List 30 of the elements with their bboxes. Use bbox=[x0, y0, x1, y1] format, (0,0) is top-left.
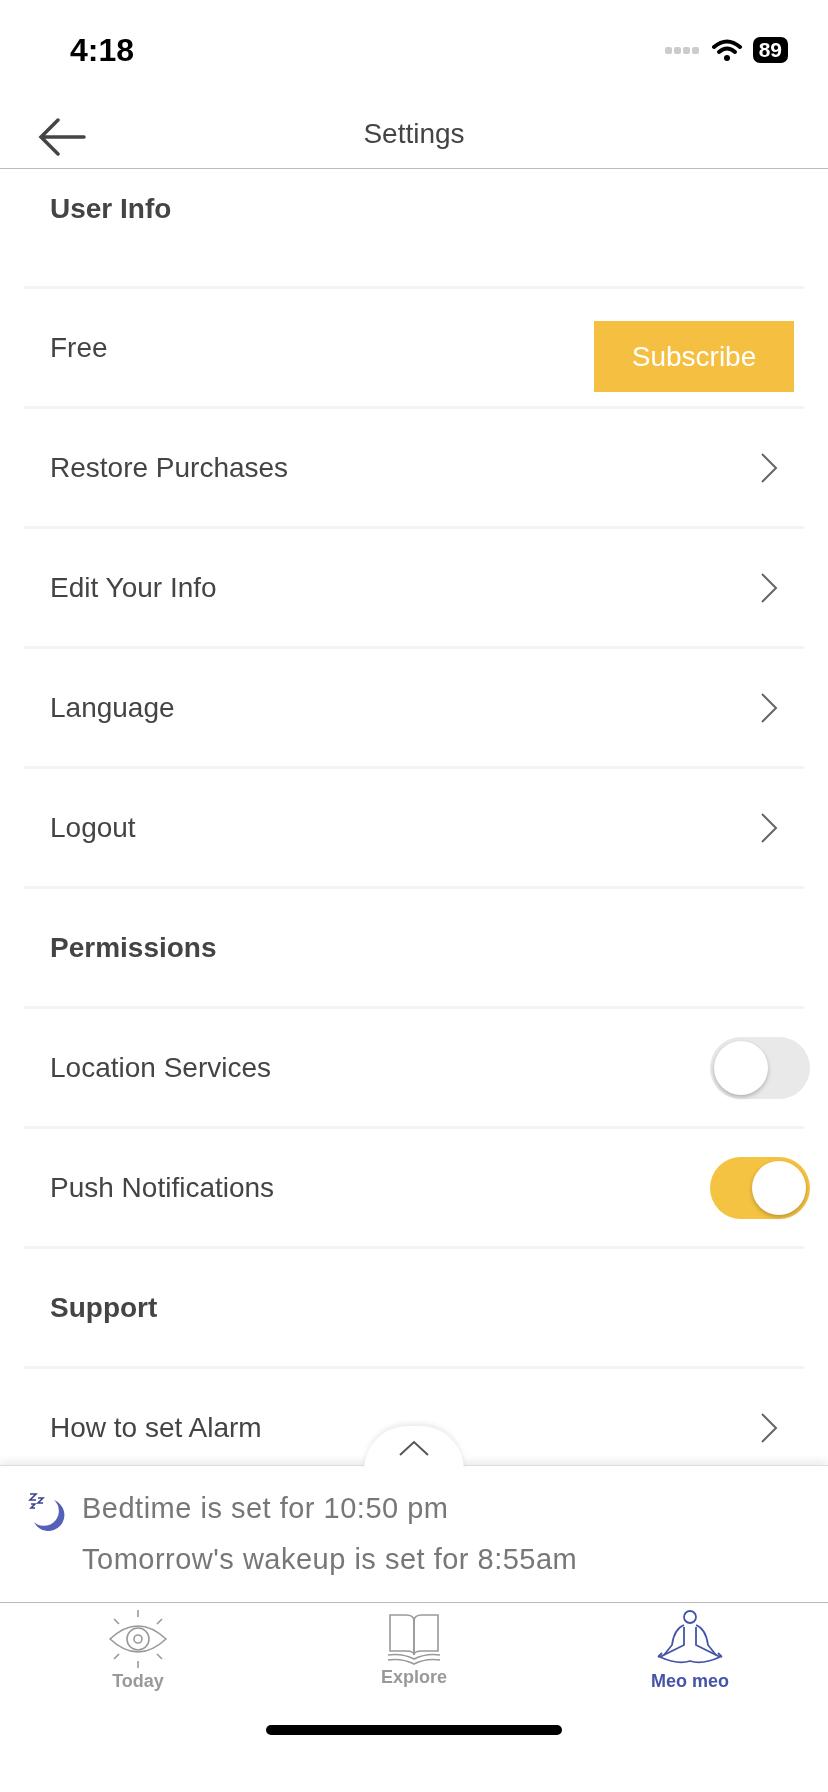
battery-level: 89 bbox=[752, 37, 788, 63]
section-header: User Info bbox=[50, 193, 172, 225]
status-time: 4:18 bbox=[70, 31, 135, 69]
tab-bar-item[interactable]: Meo meo bbox=[552, 1603, 828, 1703]
wifi-icon bbox=[710, 38, 743, 62]
signal-icon bbox=[664, 45, 701, 55]
settings-row[interactable]: Language bbox=[24, 649, 804, 769]
row-label: Logout bbox=[50, 811, 136, 844]
bedtime-text: Bedtime is set for 10:50 pm bbox=[82, 1492, 450, 1525]
settings-row[interactable]: Edit Your Info bbox=[24, 529, 804, 649]
row-label: Free bbox=[50, 331, 108, 364]
row-label: How to set Alarm bbox=[50, 1411, 262, 1444]
chevron-right-icon bbox=[760, 1411, 778, 1444]
section-header: Permissions bbox=[50, 931, 217, 964]
row-label: Restore Purchases bbox=[50, 451, 289, 484]
settings-row[interactable]: Logout bbox=[24, 769, 804, 889]
row-label: Push Notifications bbox=[50, 1171, 275, 1204]
chevron-right-icon bbox=[760, 571, 778, 604]
wakeup-text: Tomorrow's wakeup is set for 8:55am bbox=[82, 1543, 579, 1576]
row-label: Edit Your Info bbox=[50, 571, 217, 604]
settings-row[interactable]: Restore Purchases bbox=[24, 409, 804, 529]
eye-icon bbox=[108, 1609, 168, 1669]
screen-title: Settings bbox=[363, 118, 465, 150]
chevron-right-icon bbox=[760, 691, 778, 724]
row-label: Location Services bbox=[50, 1051, 271, 1084]
section-header: Support bbox=[50, 1291, 158, 1324]
back-arrow-icon[interactable] bbox=[38, 118, 86, 156]
chevron-right-icon bbox=[760, 451, 778, 484]
row-label: Language bbox=[50, 691, 175, 724]
chevron-right-icon bbox=[760, 811, 778, 844]
